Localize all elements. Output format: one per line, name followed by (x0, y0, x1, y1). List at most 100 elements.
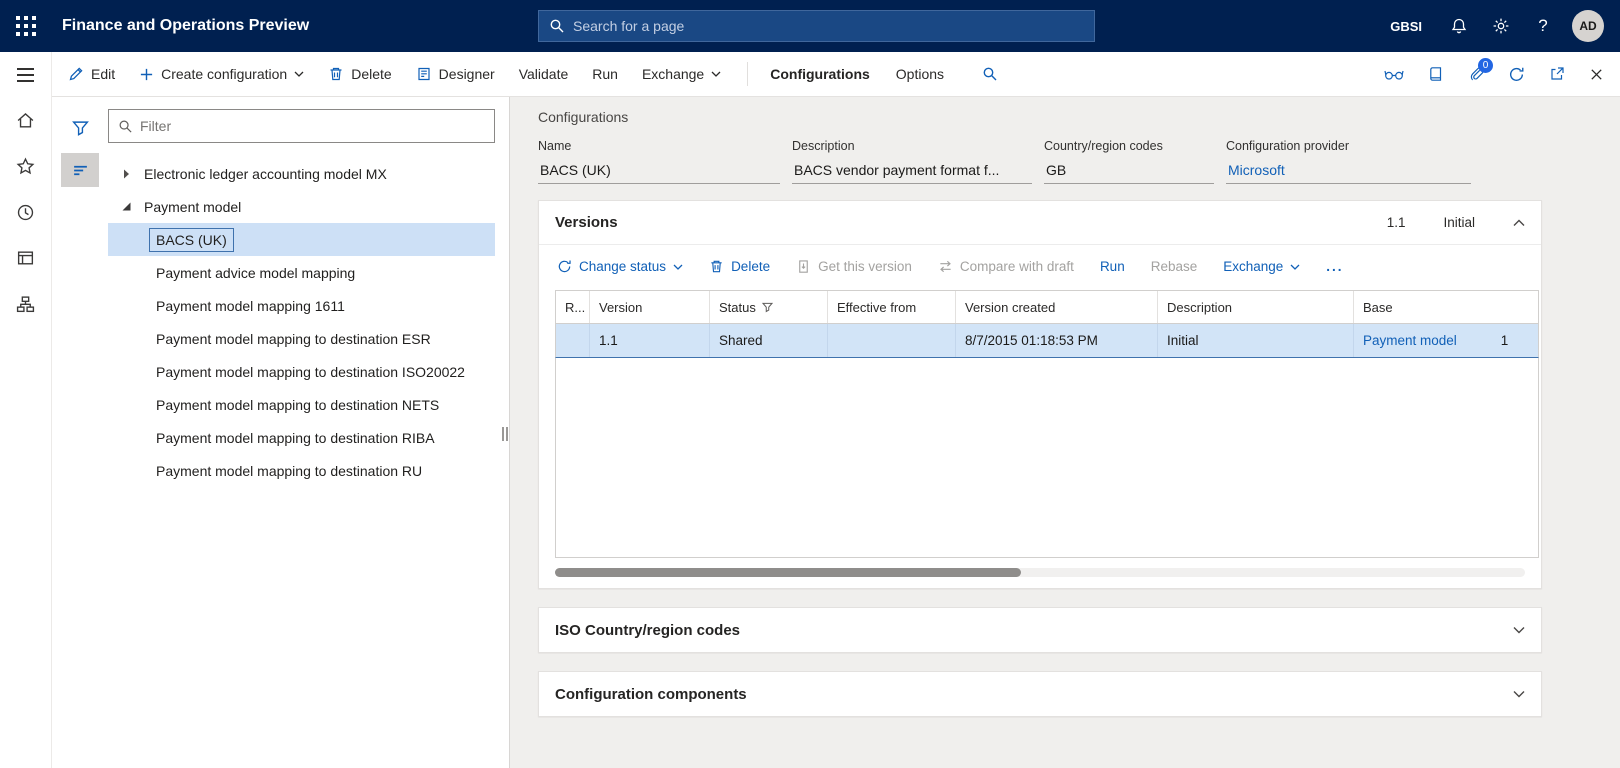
tree-item-bacs-uk[interactable]: BACS (UK) (108, 223, 495, 256)
global-search-input[interactable] (573, 18, 1084, 34)
versions-run-button[interactable]: Run (1100, 259, 1125, 274)
delete-button[interactable]: Delete (328, 66, 392, 82)
section-configuration-components[interactable]: Configuration components (538, 671, 1542, 717)
column-header-status[interactable]: Status (710, 291, 828, 323)
action-pane: Edit Create configuration Delete Designe… (52, 52, 1620, 97)
attachments-icon[interactable]: 0 (1468, 58, 1493, 82)
plus-icon (139, 67, 154, 82)
field-value-provider-link[interactable]: Microsoft (1226, 162, 1471, 184)
tree-item-label: Payment advice model mapping (156, 264, 356, 281)
get-this-version-button[interactable]: Get this version (796, 259, 912, 274)
exchange-button[interactable]: Exchange (642, 66, 721, 82)
column-header-select[interactable]: R... (556, 291, 590, 323)
company-picker[interactable]: GBSI (1374, 19, 1438, 34)
tree-filter-box[interactable] (108, 109, 495, 143)
filter-funnel-icon (761, 302, 773, 313)
validate-button[interactable]: Validate (519, 66, 569, 82)
section-iso-country-region-codes[interactable]: ISO Country/region codes (538, 607, 1542, 653)
panel-splitter[interactable] (502, 427, 508, 441)
filter-funnel-icon[interactable] (61, 111, 99, 145)
chevron-up-icon[interactable] (1513, 219, 1525, 227)
tree-item[interactable]: Payment advice model mapping (108, 256, 495, 289)
help-icon[interactable]: ? (1522, 0, 1564, 52)
section-title: Configuration components (555, 685, 747, 703)
tree-item[interactable]: Payment model mapping to destination ISO… (108, 355, 495, 388)
versions-summary-status: Initial (1443, 215, 1475, 230)
versions-grid-header: R... Version Status Effective from Versi… (555, 290, 1539, 324)
run-button[interactable]: Run (592, 66, 618, 82)
options-button[interactable]: Options (896, 66, 944, 82)
field-label: Configuration provider (1226, 139, 1349, 153)
more-commands-button[interactable]: ... (1326, 259, 1343, 274)
chevron-down-icon[interactable] (1513, 690, 1525, 698)
notifications-bell-icon[interactable] (1438, 0, 1480, 52)
glasses-icon[interactable] (1384, 68, 1404, 81)
tree-item-label: Payment model mapping to destination ISO… (156, 363, 465, 380)
edit-pencil-icon (68, 66, 84, 82)
app-launcher-button[interactable] (0, 0, 52, 52)
field-value-name[interactable]: BACS (UK) (538, 162, 780, 184)
forms-button[interactable] (0, 235, 52, 281)
tree-item[interactable]: Payment model mapping to destination RIB… (108, 421, 495, 454)
recent-button[interactable] (0, 189, 52, 235)
tree-item[interactable]: Payment model mapping to destination NET… (108, 388, 495, 421)
avatar[interactable]: AD (1572, 10, 1604, 42)
versions-delete-button[interactable]: Delete (709, 259, 770, 274)
column-header-version-created[interactable]: Version created (956, 291, 1158, 323)
versions-section-header[interactable]: Versions 1.1 Initial (539, 201, 1541, 245)
versions-grid-empty-area (555, 358, 1539, 558)
field-name: Name BACS (UK) (538, 139, 780, 184)
tree-item[interactable]: Payment model mapping to destination RU (108, 454, 495, 487)
horizontal-scrollbar-thumb[interactable] (555, 568, 1021, 577)
versions-exchange-button[interactable]: Exchange (1223, 259, 1300, 274)
column-header-base[interactable]: Base (1354, 291, 1538, 323)
field-label: Name (538, 139, 572, 153)
field-value-description[interactable]: BACS vendor payment format f... (792, 162, 1032, 184)
tree-item-label: Payment model mapping to destination NET… (156, 396, 440, 413)
settings-gear-icon[interactable] (1480, 0, 1522, 52)
tab-configurations[interactable]: Configurations (770, 66, 870, 82)
compare-arrows-icon (938, 259, 953, 274)
tree-collapsed-marker-icon (121, 169, 131, 179)
rebase-button[interactable]: Rebase (1151, 259, 1198, 274)
tree-item[interactable]: Payment model mapping 1611 (108, 289, 495, 322)
designer-button[interactable]: Designer (416, 66, 495, 82)
compare-with-draft-button[interactable]: Compare with draft (938, 259, 1074, 274)
close-icon[interactable] (1589, 67, 1604, 82)
column-header-effective-from[interactable]: Effective from (828, 291, 956, 323)
tree-item-label: Payment model mapping to destination RU (156, 462, 423, 479)
tree-item[interactable]: Payment model mapping to destination ESR (108, 322, 495, 355)
create-configuration-label: Create configuration (161, 66, 288, 82)
home-button[interactable] (0, 97, 52, 143)
versions-summary-version: 1.1 (1386, 215, 1406, 230)
column-header-description[interactable]: Description (1158, 291, 1354, 323)
tree-list-toggle[interactable] (61, 153, 99, 187)
create-configuration-button[interactable]: Create configuration (139, 66, 304, 82)
chevron-down-icon[interactable] (1513, 626, 1525, 634)
row-select-cell[interactable] (556, 324, 590, 357)
field-country-region-codes: Country/region codes GB (1044, 139, 1214, 184)
tree-node-collapsed[interactable]: Electronic ledger accounting model MX (108, 157, 495, 190)
get-this-version-label: Get this version (818, 259, 912, 274)
favorites-button[interactable] (0, 143, 52, 189)
open-new-window-icon[interactable] (1549, 66, 1565, 82)
change-status-button[interactable]: Change status (557, 259, 683, 274)
nav-expand-button[interactable] (0, 52, 52, 97)
horizontal-scrollbar[interactable] (555, 568, 1525, 577)
sitemap-icon (16, 295, 35, 314)
refresh-icon[interactable] (1508, 66, 1525, 83)
action-pane-search-icon[interactable] (982, 66, 998, 82)
field-value-country-codes[interactable]: GB (1044, 162, 1214, 184)
cell-description: Initial (1158, 324, 1354, 357)
run-label: Run (592, 66, 618, 82)
tree-node-expanded[interactable]: Payment model (108, 190, 495, 223)
versions-title: Versions (555, 214, 618, 231)
tree-filter-input[interactable] (140, 118, 485, 134)
book-icon[interactable] (1428, 66, 1444, 82)
edit-button[interactable]: Edit (68, 66, 115, 82)
versions-grid-row-selected[interactable]: 1.1 Shared 8/7/2015 01:18:53 PM Initial … (555, 324, 1539, 358)
base-model-link[interactable]: Payment model (1363, 333, 1457, 348)
workspaces-button[interactable] (0, 281, 52, 327)
column-header-version[interactable]: Version (590, 291, 710, 323)
global-search[interactable] (538, 10, 1095, 42)
